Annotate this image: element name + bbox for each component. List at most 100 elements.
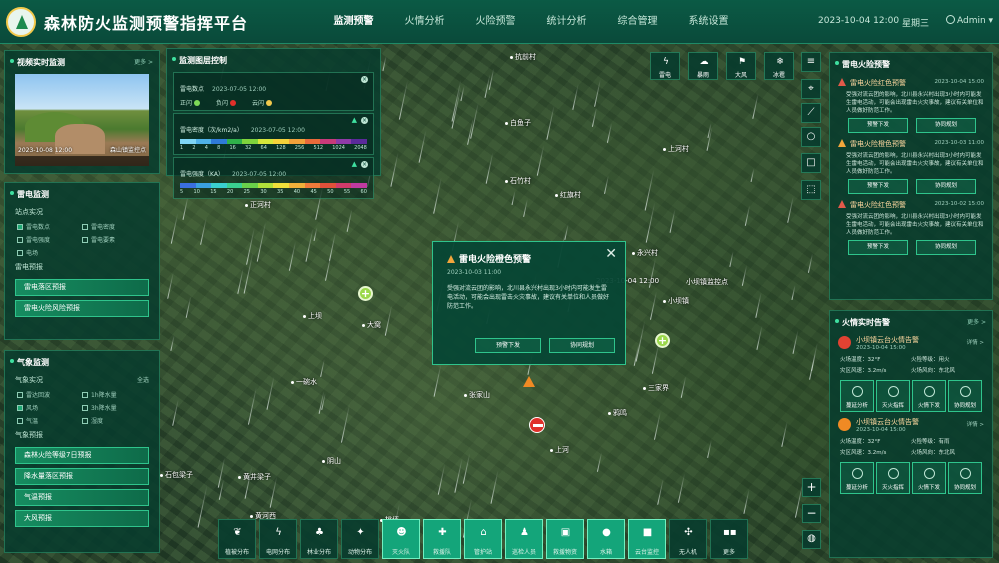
scale-tick-label: 1024	[332, 145, 345, 151]
thunder-alert-item[interactable]: 雷电火险橙色预警 2023-10-03 11:00 受强对流云团的影响，北川县永兴村…	[830, 135, 992, 196]
check-humidity[interactable]: 湿度	[82, 416, 147, 425]
coordinate-plan-button[interactable]: 协同规划	[549, 338, 615, 353]
lightning-fire-risk-forecast-button[interactable]: 雷电火险风险预报	[15, 300, 149, 317]
issue-warning-button[interactable]: 预警下发	[475, 338, 541, 353]
video-controls[interactable]	[15, 156, 149, 166]
layer-button[interactable]: ⌂ 管护站	[464, 519, 502, 559]
layer-button[interactable]: ■ 云台监控	[628, 519, 666, 559]
layer-button[interactable]: ● 水箱	[587, 519, 625, 559]
close-icon[interactable]: ✕	[605, 246, 617, 262]
nav-settings[interactable]: 系统设置	[673, 0, 744, 44]
layer-button[interactable]: ✦ 动物分布	[341, 519, 379, 559]
check-1h-precip[interactable]: 1h降水量	[82, 390, 147, 399]
nav-management[interactable]: 综合管理	[602, 0, 673, 44]
user-icon	[946, 15, 955, 24]
more-link[interactable]: 更多 >	[967, 317, 986, 326]
temperature-forecast-button[interactable]: 气温预报	[15, 489, 149, 506]
wind-direction: 火场风向：东北风	[911, 450, 956, 456]
action-coordinate-plan-button[interactable]: 协同规划	[948, 462, 982, 494]
action-fire-command-button[interactable]: 灭火指挥	[876, 380, 910, 412]
close-icon[interactable]: ×	[361, 117, 368, 124]
check-temperature[interactable]: 气温	[17, 416, 82, 425]
tool-hail[interactable]: ❄ 冰雹	[764, 52, 794, 80]
circle-draw-icon[interactable]: ○	[801, 127, 821, 147]
issue-warning-button[interactable]: 预警下发	[848, 118, 908, 133]
check-lightning-elements[interactable]: 雷电要素	[82, 235, 147, 244]
map-label: 三家界	[643, 383, 669, 393]
more-link[interactable]: 更多 >	[134, 57, 153, 66]
layer-button[interactable]: ✣ 无人机	[669, 519, 707, 559]
tool-rainstorm[interactable]: ☁ 暴雨	[688, 52, 718, 80]
check-electric-field[interactable]: 电场	[17, 248, 87, 257]
arrow-up-icon[interactable]: ▲	[352, 160, 357, 168]
check-radar-echo[interactable]: 雷达回波	[17, 390, 82, 399]
detail-link[interactable]: 详情 >	[967, 338, 984, 346]
globe-icon[interactable]: ◍	[802, 530, 821, 549]
precip-zone-forecast-button[interactable]: 降水量落区预报	[15, 468, 149, 485]
nav-monitoring-warning[interactable]: 监测预警	[318, 0, 389, 44]
layer-button[interactable]: ☻ 灭火队	[382, 519, 420, 559]
zoom-in-button[interactable]: +	[802, 478, 821, 497]
coordinate-plan-button[interactable]: 协同规划	[916, 179, 976, 194]
rectangle-draw-icon[interactable]: □	[801, 153, 821, 173]
ruler-icon[interactable]: ⟋	[801, 103, 821, 123]
fire-alert-marker[interactable]	[523, 376, 535, 387]
polygon-draw-icon[interactable]: ⬚	[801, 180, 821, 200]
thunder-alert-item[interactable]: 雷电火险红色预警 2023-10-02 15:00 受强对流云团的影响，北川县永兴村…	[830, 196, 992, 257]
coordinate-plan-button[interactable]: 协同规划	[916, 118, 976, 133]
action-spread-analysis-button[interactable]: 蔓延分析	[840, 380, 874, 412]
layer-button[interactable]: ✚ 救援队	[423, 519, 461, 559]
fire-risk-7day-button[interactable]: 森林火险等级7日预报	[15, 447, 149, 464]
layer-button[interactable]: ❦ 植被分布	[218, 519, 256, 559]
rescue-team-marker[interactable]: +	[358, 286, 373, 301]
rain-streak	[645, 202, 656, 243]
check-lightning-intensity[interactable]: 雷电强度	[17, 235, 82, 244]
nav-fire-analysis[interactable]: 火情分析	[389, 0, 460, 44]
layer-button[interactable]: ♟ 巡检人员	[505, 519, 543, 559]
thunder-alert-item[interactable]: 雷电火险红色预警 2023-10-04 15:00 受强对流云团的影响，北川县永兴村…	[830, 74, 992, 135]
close-icon[interactable]: ×	[361, 161, 368, 168]
check-wind-field[interactable]: 风场	[17, 403, 82, 412]
layer-button[interactable]: ϟ 电网分布	[259, 519, 297, 559]
video-feed[interactable]: 2023-10-08 12:00 森山镇监控点	[15, 74, 149, 166]
layer-label: 更多	[722, 549, 735, 556]
layer-button[interactable]: ♣ 林业分布	[300, 519, 338, 559]
coordinate-plan-button[interactable]: 协同规划	[916, 240, 976, 255]
user-menu[interactable]: Admin ▾	[946, 15, 993, 26]
check-lightning-density[interactable]: 雷电密度	[82, 222, 147, 231]
issue-warning-button[interactable]: 预警下发	[848, 240, 908, 255]
layer-button[interactable]: ▪▪ 更多	[710, 519, 748, 559]
top-bar: 森林防火监测预警指挥平台 监测预警 火情分析 火险预警 统计分析 综合管理 系统…	[0, 0, 999, 44]
rain-streak	[781, 421, 788, 447]
panel-title: 雷电监测	[5, 183, 159, 204]
check-3h-precip[interactable]: 3h降水量	[82, 403, 147, 412]
rescue-team-marker[interactable]: +	[655, 333, 670, 348]
nav-fire-risk-warning[interactable]: 火险预警	[460, 0, 531, 44]
rain-streak	[237, 268, 244, 294]
zoom-out-button[interactable]: −	[802, 504, 821, 523]
nav-statistics[interactable]: 统计分析	[531, 0, 602, 44]
fire-report-item[interactable]: 小坝镇云台火情告警 2023-10-04 15:00 详情 > 火场温度：32°F 火险…	[836, 335, 986, 414]
tool-gale[interactable]: ⚑ 大风	[726, 52, 756, 80]
gale-forecast-button[interactable]: 大风预报	[15, 510, 149, 527]
fire-report-item[interactable]: 小坝镇云台火情告警 2023-10-04 15:00 详情 > 火场温度：32°F 火险…	[836, 417, 986, 496]
arrow-up-icon[interactable]: ▲	[352, 116, 357, 124]
lightning-zone-forecast-button[interactable]: 雷电落区预报	[15, 279, 149, 296]
select-all-toggle[interactable]: 全选	[137, 375, 149, 384]
action-fire-issue-button[interactable]: 火情下发	[912, 462, 946, 494]
wind-speed: 灾区风速：3.2m/s	[840, 368, 887, 374]
location-pin-icon[interactable]: ⌖	[801, 79, 821, 99]
menu-icon[interactable]: ≡	[801, 52, 821, 72]
tool-lightning[interactable]: ϟ 雷电	[650, 52, 680, 80]
action-fire-issue-button[interactable]: 火情下发	[912, 380, 946, 412]
action-coordinate-plan-button[interactable]: 协同规划	[948, 380, 982, 412]
rain-streak	[488, 68, 495, 90]
close-icon[interactable]: ×	[361, 76, 368, 83]
issue-warning-button[interactable]: 预警下发	[848, 179, 908, 194]
layer-button[interactable]: ▣ 救援物资	[546, 519, 584, 559]
action-fire-command-button[interactable]: 灭火指挥	[876, 462, 910, 494]
detail-link[interactable]: 详情 >	[967, 420, 984, 428]
action-spread-analysis-button[interactable]: 蔓延分析	[840, 462, 874, 494]
check-lightning-points[interactable]: 雷电数点	[17, 222, 82, 231]
negative-lightning-marker[interactable]	[529, 417, 545, 433]
